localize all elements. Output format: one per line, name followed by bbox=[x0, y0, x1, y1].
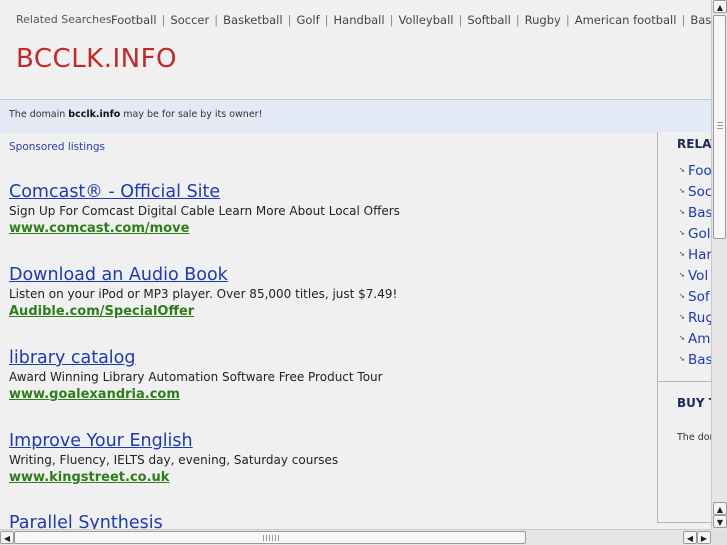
right-panel-heading: RELAT bbox=[677, 137, 711, 151]
grip-icon bbox=[717, 122, 723, 130]
vertical-scrollbar[interactable]: ▲ ▲ ▼ bbox=[711, 0, 727, 529]
right-related-label: Har bbox=[688, 247, 711, 263]
right-related-label: Foo bbox=[688, 163, 711, 179]
separator: | bbox=[458, 13, 463, 27]
arrow-icon: ➘ bbox=[679, 313, 685, 321]
scroll-up-icon[interactable]: ▲ bbox=[713, 502, 727, 515]
scroll-left-icon[interactable]: ◀ bbox=[683, 531, 697, 544]
domain-sale-notice: The domain bcclk.info may be for sale by… bbox=[0, 99, 711, 133]
right-related-item[interactable]: ➘ Sof bbox=[679, 289, 711, 310]
right-related-item[interactable]: ➘ Bas bbox=[679, 205, 711, 226]
sale-notice-domain: bcclk.info bbox=[68, 109, 121, 120]
sponsored-listing: Parallel Synthesis bbox=[9, 513, 649, 529]
listing-url-link[interactable]: www.kingstreet.co.uk bbox=[9, 469, 649, 486]
related-searches-title: Related Searches bbox=[16, 13, 112, 26]
right-related-item[interactable]: ➘ Ruç bbox=[679, 310, 711, 331]
sponsored-listing: Comcast® - Official Site Sign Up For Com… bbox=[9, 182, 649, 237]
related-search-link[interactable]: Volleyball bbox=[398, 13, 453, 27]
horizontal-scroll-thumb[interactable] bbox=[14, 531, 526, 544]
site-logo[interactable]: BCCLK.INFO bbox=[16, 44, 177, 74]
horizontal-scrollbar[interactable]: ◀ ◀ ▶ bbox=[0, 529, 711, 545]
right-related-label: Bas bbox=[688, 205, 711, 221]
related-search-link[interactable]: American football bbox=[575, 13, 677, 27]
separator: | bbox=[515, 13, 520, 27]
right-related-panel: RELAT ➘Foo➘Soc➘Bas➘Gol➘Har➘Vol➘Sof➘Ruç➘A… bbox=[657, 132, 711, 523]
right-related-list: ➘ Foo ➘ Soc ➘ Bas ➘ Gol ➘ Har ➘ Vol ➘ Sof ➘ Ruç ➘ Am ➘ Bas bbox=[679, 163, 711, 373]
right-related-label: Am bbox=[688, 331, 711, 347]
listing-url-link[interactable]: www.comcast.com/move bbox=[9, 220, 649, 237]
right-related-item[interactable]: ➘ Foo bbox=[679, 163, 711, 184]
arrow-icon: ➘ bbox=[679, 334, 685, 342]
scroll-left-icon[interactable]: ◀ bbox=[0, 531, 14, 544]
related-search-link[interactable]: Football bbox=[111, 13, 157, 27]
arrow-icon: ➘ bbox=[679, 208, 685, 216]
related-search-link[interactable]: Golf bbox=[296, 13, 319, 27]
listing-title-link[interactable]: library catalog bbox=[9, 348, 649, 369]
arrow-icon: ➘ bbox=[679, 187, 685, 195]
right-related-label: Gol bbox=[688, 226, 711, 242]
sponsored-listing: Download an Audio Book Listen on your iP… bbox=[9, 265, 649, 320]
scroll-right-icon[interactable]: ▶ bbox=[697, 531, 711, 544]
listing-title-link[interactable]: Parallel Synthesis bbox=[9, 513, 649, 529]
right-related-item[interactable]: ➘ Har bbox=[679, 247, 711, 268]
panel-divider bbox=[658, 381, 711, 382]
separator: | bbox=[681, 13, 686, 27]
sponsored-listing: library catalog Award Winning Library Au… bbox=[9, 348, 649, 403]
related-search-link[interactable]: Soccer bbox=[170, 13, 209, 27]
buy-domain-heading: BUY T bbox=[677, 396, 711, 410]
listing-url-link[interactable]: Audible.com/SpecialOffer bbox=[9, 303, 649, 320]
related-searches-bar: Related Searches Football | Soccer | Basketb… bbox=[0, 0, 711, 40]
related-search-link[interactable]: Rugby bbox=[525, 13, 561, 27]
separator: | bbox=[565, 13, 570, 27]
listing-title-link[interactable]: Download an Audio Book bbox=[9, 265, 649, 286]
listing-title-link[interactable]: Improve Your English bbox=[9, 431, 649, 452]
separator: | bbox=[161, 13, 166, 27]
right-related-item[interactable]: ➘ Bas bbox=[679, 352, 711, 373]
scroll-up-icon[interactable]: ▲ bbox=[713, 0, 727, 13]
right-related-item[interactable]: ➘ Gol bbox=[679, 226, 711, 247]
listing-description: Listen on your iPod or MP3 player. Over … bbox=[9, 287, 398, 301]
sale-notice-suffix: may be for sale by its owner! bbox=[120, 109, 263, 120]
separator: | bbox=[324, 13, 329, 27]
scroll-down-icon[interactable]: ▼ bbox=[713, 515, 727, 528]
right-related-label: Sof bbox=[688, 289, 710, 305]
arrow-icon: ➘ bbox=[679, 250, 685, 258]
listing-description: Writing, Fluency, IELTS day, evening, Sa… bbox=[9, 453, 339, 467]
related-search-link[interactable]: Baseball bbox=[690, 13, 711, 27]
right-related-item[interactable]: ➘ Soc bbox=[679, 184, 711, 205]
listing-url-link[interactable]: www.goalexandria.com bbox=[9, 386, 649, 403]
right-related-label: Ruç bbox=[688, 310, 711, 326]
arrow-icon: ➘ bbox=[679, 292, 685, 300]
separator: | bbox=[214, 13, 219, 27]
buy-domain-text: The dom bbox=[677, 432, 711, 443]
sponsored-listings-label: Sponsored listings bbox=[9, 141, 105, 153]
separator: | bbox=[389, 13, 394, 27]
separator: | bbox=[287, 13, 292, 27]
related-search-link[interactable]: Handball bbox=[334, 13, 385, 27]
arrow-icon: ➘ bbox=[679, 229, 685, 237]
right-related-item[interactable]: ➘ Vol bbox=[679, 268, 711, 289]
sale-notice-prefix: The domain bbox=[9, 109, 69, 120]
listing-description: Award Winning Library Automation Softwar… bbox=[9, 370, 383, 384]
related-searches-list: Football | Soccer | Basketball | Golf | Handball… bbox=[111, 13, 711, 27]
right-related-item[interactable]: ➘ Am bbox=[679, 331, 711, 352]
scrollbar-corner bbox=[711, 529, 727, 545]
page-viewport: Related Searches Football | Soccer | Basketb… bbox=[0, 0, 711, 529]
related-search-link[interactable]: Basketball bbox=[223, 13, 283, 27]
arrow-icon: ➘ bbox=[679, 355, 685, 363]
listing-title-link[interactable]: Comcast® - Official Site bbox=[9, 182, 649, 203]
sponsored-listing: Improve Your English Writing, Fluency, I… bbox=[9, 431, 649, 486]
grip-icon bbox=[263, 535, 279, 541]
related-search-link[interactable]: Softball bbox=[467, 13, 510, 27]
arrow-icon: ➘ bbox=[679, 166, 685, 174]
arrow-icon: ➘ bbox=[679, 271, 685, 279]
listing-description: Sign Up For Comcast Digital Cable Learn … bbox=[9, 204, 400, 218]
right-related-label: Soc bbox=[688, 184, 711, 200]
vertical-scroll-thumb[interactable] bbox=[713, 15, 726, 239]
sale-notice-text[interactable]: The domain bcclk.info may be for sale by… bbox=[9, 109, 262, 120]
right-related-label: Bas bbox=[688, 352, 711, 368]
right-related-label: Vol bbox=[688, 268, 709, 284]
